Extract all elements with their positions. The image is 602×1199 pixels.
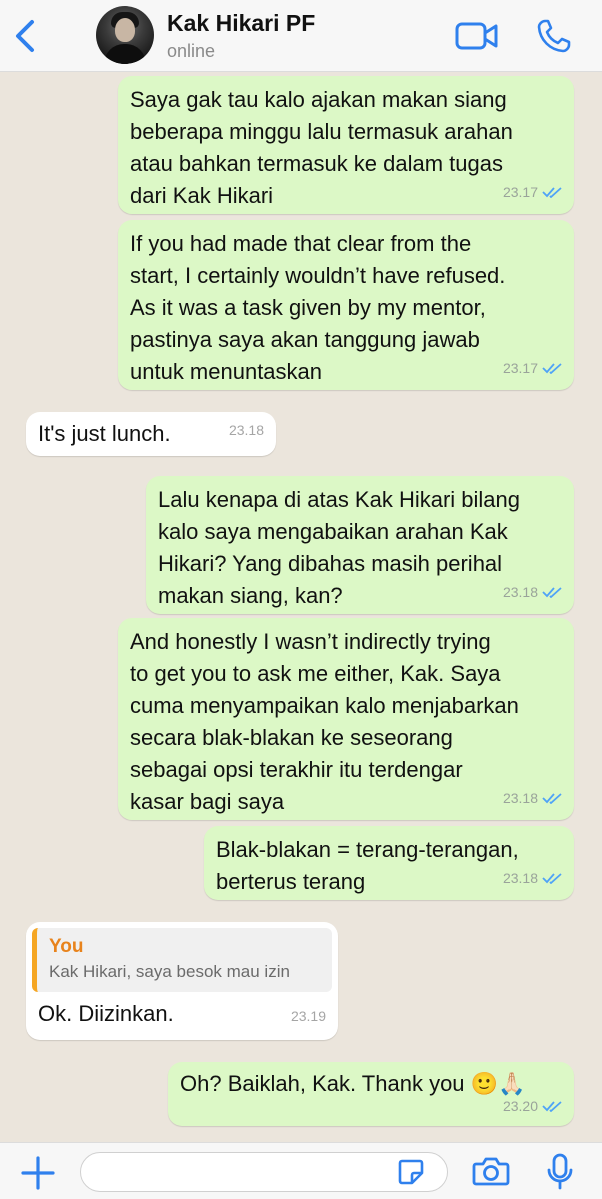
message-bubble[interactable]: Blak-blakan = terang-terangan, berterus … (204, 826, 574, 900)
message-text: And honestly I wasn’t indirectly trying … (130, 629, 519, 814)
read-ticks-icon (542, 363, 562, 374)
message-bubble[interactable]: Lalu kenapa di atas Kak Hikari bilang ka… (146, 476, 574, 614)
sticker-icon (398, 1159, 424, 1185)
message-time: 23.17 (502, 360, 538, 376)
chat-header: Kak Hikari PF online (0, 0, 602, 72)
phone-icon (537, 19, 571, 53)
message-bubble[interactable]: It's just lunch. 23.18 (26, 412, 276, 456)
chat-area[interactable]: Saya gak tau kalo ajakan makan siang beb… (0, 72, 602, 1142)
read-ticks-icon (542, 873, 562, 884)
sticker-button[interactable] (397, 1158, 425, 1186)
message-time: 23.20 (502, 1098, 538, 1114)
contact-name[interactable]: Kak Hikari PF (167, 10, 315, 37)
camera-icon (472, 1157, 510, 1186)
message-bubble[interactable]: If you had made that clear from the star… (118, 220, 574, 390)
message-meta: 23.18 (503, 782, 562, 814)
message-meta: 23.17 (503, 176, 562, 208)
message-text: Saya gak tau kalo ajakan makan siang beb… (130, 87, 513, 208)
quote-author: You (49, 936, 84, 957)
read-ticks-icon (542, 187, 562, 198)
plus-icon (21, 1156, 55, 1190)
back-button[interactable] (8, 16, 44, 56)
read-ticks-icon (542, 793, 562, 804)
camera-button[interactable] (472, 1155, 510, 1187)
message-time: 23.18 (502, 790, 538, 806)
message-time: 23.17 (502, 184, 538, 200)
voice-call-button[interactable] (536, 18, 572, 54)
message-bubble[interactable]: Oh? Baiklah, Kak. Thank you 🙂🙏🏻 23.20 (168, 1062, 574, 1126)
message-time: 23.18 (502, 584, 538, 600)
message-meta: 23.18 (503, 862, 562, 894)
composer-bar (0, 1142, 602, 1199)
quote-text: Kak Hikari, saya besok mau izin (49, 962, 290, 981)
message-text: Ok. Diizinkan. (38, 1001, 174, 1026)
message-meta: 23.17 (503, 352, 562, 384)
message-text: If you had made that clear from the star… (130, 231, 506, 384)
read-ticks-icon (542, 587, 562, 598)
video-camera-icon (455, 22, 498, 50)
message-bubble[interactable]: You Kak Hikari, saya besok mau izin Ok. … (26, 922, 338, 1040)
voice-record-button[interactable] (546, 1153, 574, 1191)
message-meta: 23.18 (229, 414, 264, 446)
contact-status: online (167, 41, 216, 61)
message-meta: 23.20 (503, 1090, 562, 1122)
message-input[interactable] (80, 1152, 448, 1192)
message-meta: 23.19 (291, 1000, 326, 1032)
message-time: 23.18 (228, 422, 264, 438)
attach-button[interactable] (20, 1155, 56, 1191)
message-bubble[interactable]: Saya gak tau kalo ajakan makan siang beb… (118, 76, 574, 214)
chevron-left-icon (16, 20, 34, 52)
message-text: Lalu kenapa di atas Kak Hikari bilang ka… (158, 487, 521, 608)
message-meta: 23.18 (503, 576, 562, 608)
message-time: 23.18 (502, 870, 538, 886)
quoted-reply[interactable]: You Kak Hikari, saya besok mau izin (32, 928, 332, 992)
microphone-icon (547, 1153, 573, 1190)
avatar[interactable] (96, 6, 154, 64)
read-ticks-icon (542, 1101, 562, 1112)
message-time: 23.19 (290, 1008, 326, 1024)
message-bubble[interactable]: And honestly I wasn’t indirectly trying … (118, 618, 574, 820)
video-call-button[interactable] (455, 20, 499, 52)
